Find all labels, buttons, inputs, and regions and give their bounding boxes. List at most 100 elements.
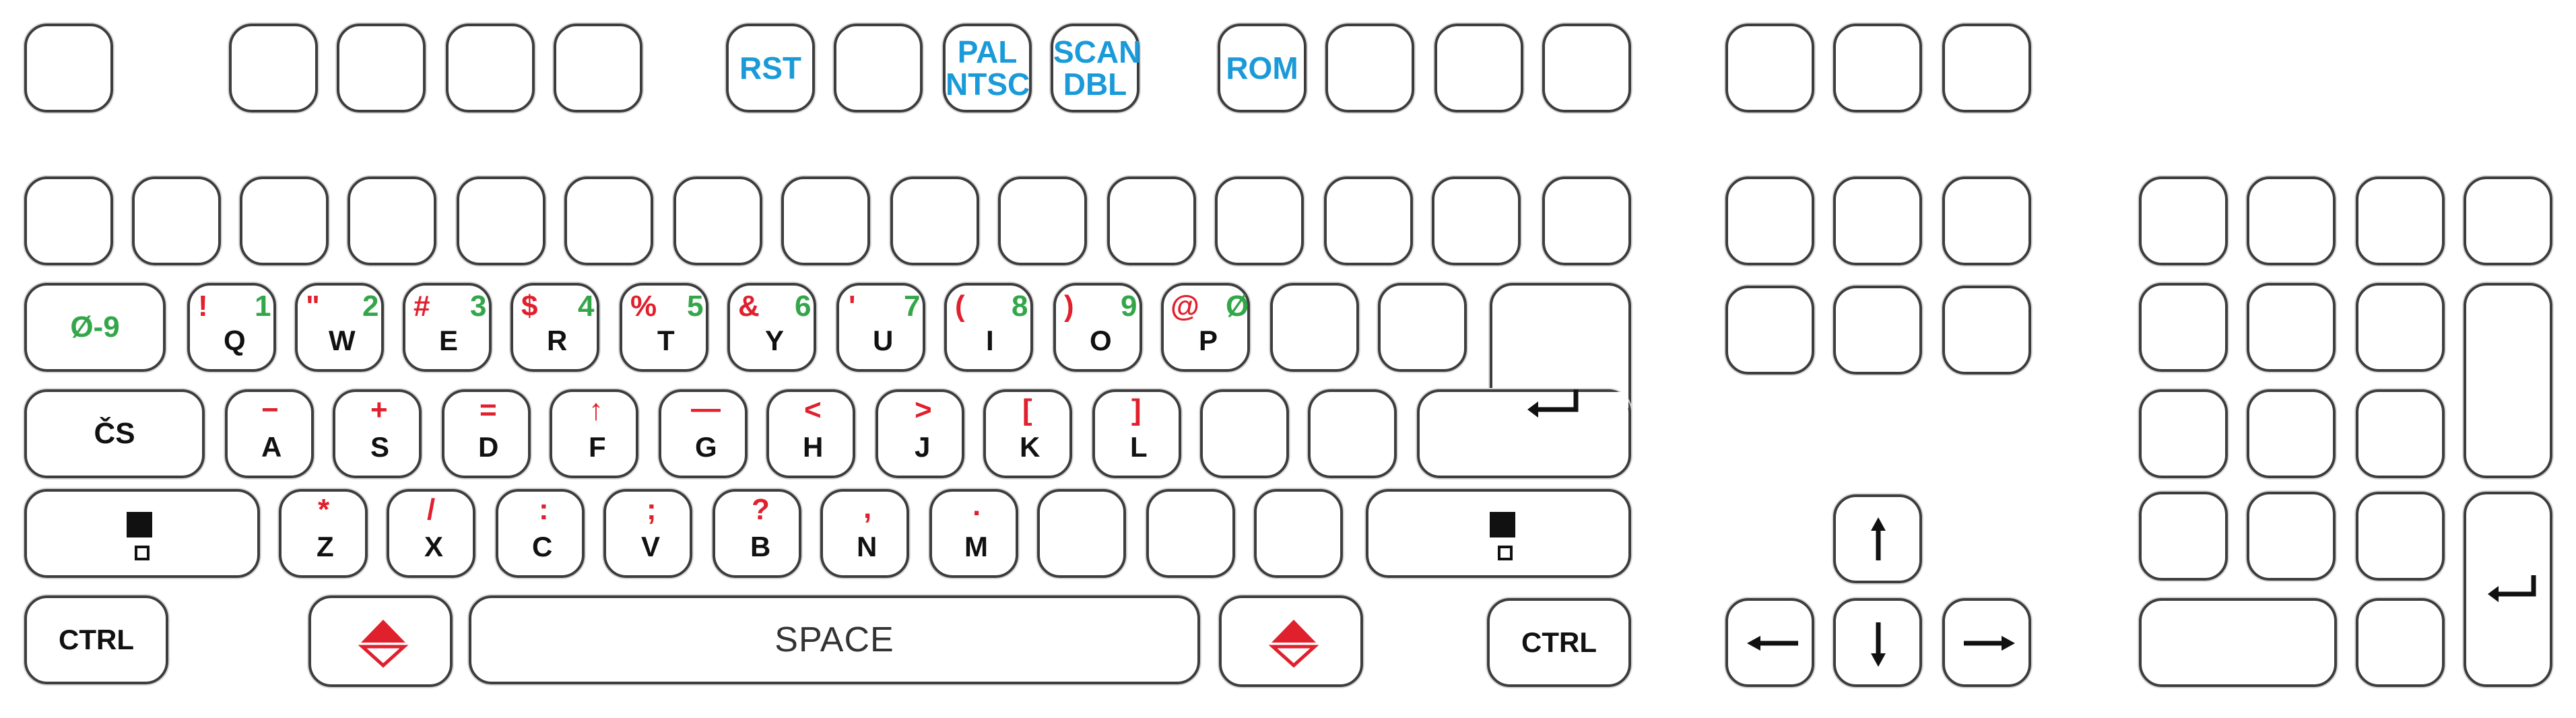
key-b[interactable]: ? B — [713, 489, 801, 578]
key-f3[interactable] — [446, 24, 535, 112]
key-f10[interactable] — [1325, 24, 1414, 112]
key-slash[interactable] — [1254, 489, 1343, 578]
key-arrow-up[interactable] — [1833, 494, 1922, 583]
key-caps[interactable]: ČS — [24, 389, 205, 478]
key-numpad-5[interactable] — [2247, 389, 2336, 478]
key-f1[interactable] — [229, 24, 318, 112]
key-page-down[interactable] — [1942, 286, 2031, 374]
key-f[interactable]: ↑ F — [550, 389, 638, 478]
key-num-row-2[interactable] — [132, 176, 221, 265]
key-num-row-3[interactable] — [240, 176, 329, 265]
key-num-row-5[interactable] — [457, 176, 546, 265]
key-scrlk[interactable] — [1833, 24, 1922, 112]
key-numpad-6[interactable] — [2356, 389, 2445, 478]
key-ctrl-right[interactable]: CTRL — [1487, 598, 1631, 687]
key-k[interactable]: [ K — [983, 389, 1072, 478]
key-numpad-numlock[interactable] — [2139, 176, 2228, 265]
key-shift-toggle-right[interactable] — [1219, 595, 1363, 687]
key-delete[interactable] — [1725, 286, 1814, 374]
key-num-row-12[interactable] — [1215, 176, 1304, 265]
key-w[interactable]: " 2 W — [295, 283, 384, 372]
key-num-row-6[interactable] — [564, 176, 653, 265]
key-f6[interactable] — [834, 24, 923, 112]
key-prtsc[interactable] — [1725, 24, 1814, 112]
key-m[interactable]: . M — [929, 489, 1018, 578]
key-numpad-1[interactable] — [2139, 492, 2228, 581]
key-numpad-decimal[interactable] — [2356, 598, 2445, 687]
key-rom[interactable]: ROM — [1218, 24, 1307, 112]
key-backspace[interactable] — [1542, 176, 1631, 265]
key-numpad-divide[interactable] — [2247, 176, 2336, 265]
key-arrow-right[interactable] — [1942, 598, 2031, 687]
key-i[interactable]: ( 8 I — [944, 283, 1033, 372]
key-x[interactable]: / X — [387, 489, 475, 578]
key-arrow-left[interactable] — [1725, 598, 1814, 687]
key-pal-ntsc[interactable]: PAL NTSC — [943, 24, 1032, 112]
key-y[interactable]: & 6 Y — [727, 283, 816, 372]
key-f2[interactable] — [337, 24, 426, 112]
key-j[interactable]: > J — [876, 389, 964, 478]
key-numpad-9[interactable] — [2356, 283, 2445, 372]
key-scan-dbl[interactable]: SCAN DBL — [1051, 24, 1141, 112]
key-l[interactable]: ] L — [1092, 389, 1181, 478]
key-rst[interactable]: RST — [726, 24, 815, 112]
key-o[interactable]: ) 9 O — [1053, 283, 1142, 372]
key-r[interactable]: $ 4 R — [510, 283, 599, 372]
key-q[interactable]: ! 1 Q — [187, 283, 276, 372]
key-u[interactable]: ' 7 U — [836, 283, 925, 372]
key-numpad-minus[interactable] — [2464, 176, 2552, 265]
key-h[interactable]: < H — [766, 389, 855, 478]
key-f12[interactable] — [1542, 24, 1631, 112]
key-g[interactable]: — G — [659, 389, 748, 478]
key-space[interactable]: SPACE — [469, 595, 1200, 684]
key-numpad-multiply[interactable] — [2356, 176, 2445, 265]
key-page-up[interactable] — [1942, 176, 2031, 265]
key-p[interactable]: @ Ø P — [1161, 283, 1250, 372]
key-c[interactable]: : C — [496, 489, 585, 578]
key-arrow-down[interactable] — [1833, 598, 1922, 687]
key-num-row-4[interactable] — [348, 176, 436, 265]
key-num-row-1[interactable] — [24, 176, 113, 265]
key-num-row-10[interactable] — [998, 176, 1087, 265]
key-d[interactable]: = D — [442, 389, 531, 478]
key-num-row-14[interactable] — [1432, 176, 1521, 265]
key-num-lock[interactable]: Ø-9 — [24, 283, 166, 372]
key-numpad-enter[interactable] — [2464, 492, 2552, 687]
key-numpad-plus[interactable] — [2464, 283, 2552, 478]
key-num-row-11[interactable] — [1107, 176, 1196, 265]
key-end[interactable] — [1833, 286, 1922, 374]
key-insert[interactable] — [1725, 176, 1814, 265]
key-s[interactable]: + S — [333, 389, 422, 478]
key-v[interactable]: ; V — [603, 489, 692, 578]
key-esc[interactable] — [24, 24, 113, 112]
key-comma[interactable] — [1037, 489, 1126, 578]
key-num-row-7[interactable] — [673, 176, 762, 265]
key-a[interactable]: − A — [225, 389, 314, 478]
key-t[interactable]: % 5 T — [620, 283, 708, 372]
key-numpad-4[interactable] — [2139, 389, 2228, 478]
key-e[interactable]: # 3 E — [403, 283, 492, 372]
key-num-row-9[interactable] — [890, 176, 979, 265]
key-f11[interactable] — [1434, 24, 1523, 112]
key-semicolon[interactable] — [1200, 389, 1289, 478]
key-quote[interactable] — [1308, 389, 1397, 478]
key-shift-left[interactable] — [24, 489, 260, 578]
key-ctrl-left[interactable]: CTRL — [24, 595, 168, 684]
key-bracket-left[interactable] — [1270, 283, 1359, 372]
key-n[interactable]: , N — [820, 489, 909, 578]
key-numpad-7[interactable] — [2139, 283, 2228, 372]
key-numpad-3[interactable] — [2356, 492, 2445, 581]
key-numpad-0[interactable] — [2139, 598, 2337, 687]
key-bracket-right[interactable] — [1378, 283, 1467, 372]
key-home[interactable] — [1833, 176, 1922, 265]
key-period[interactable] — [1146, 489, 1235, 578]
key-num-row-13[interactable] — [1324, 176, 1413, 265]
key-num-row-8[interactable] — [781, 176, 870, 265]
key-z[interactable]: * Z — [279, 489, 368, 578]
key-shift-right[interactable] — [1366, 489, 1631, 578]
key-f4[interactable] — [554, 24, 642, 112]
key-numpad-2[interactable] — [2247, 492, 2336, 581]
key-numpad-8[interactable] — [2247, 283, 2336, 372]
key-shift-toggle-left[interactable] — [308, 595, 453, 687]
key-pause[interactable] — [1942, 24, 2031, 112]
